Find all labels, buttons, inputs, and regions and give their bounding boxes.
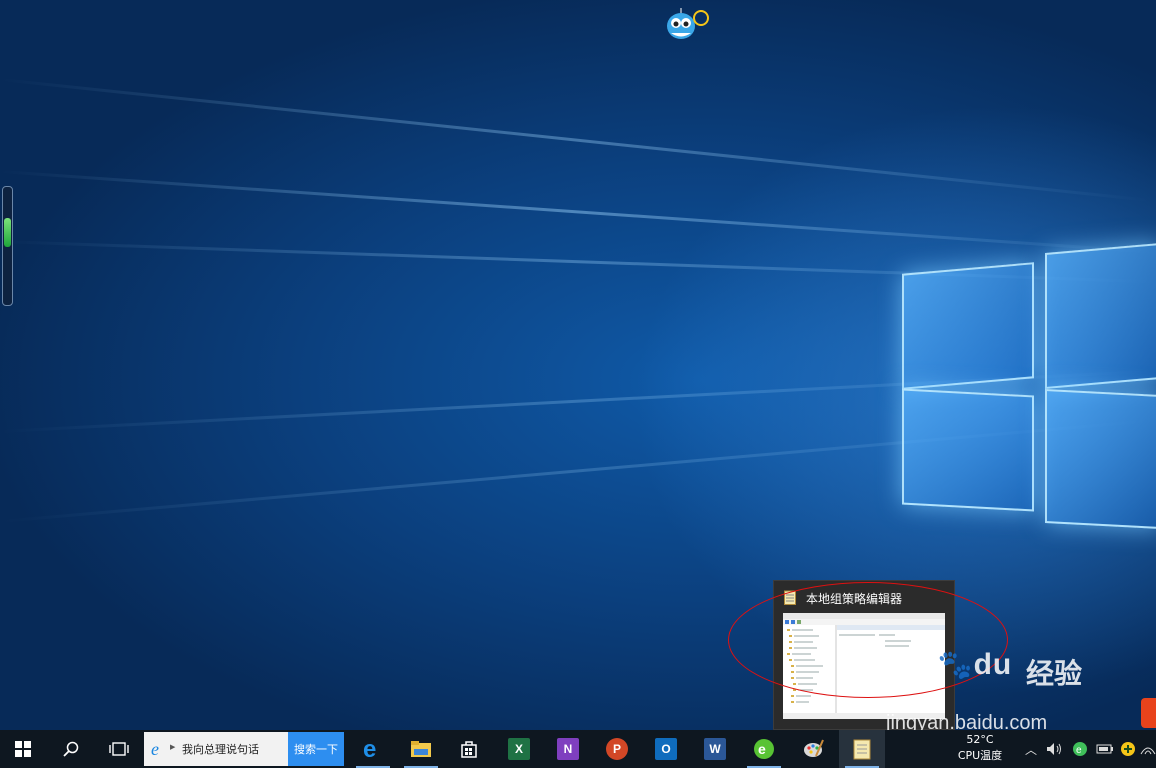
svg-text:e: e xyxy=(151,740,159,758)
notepad-icon xyxy=(853,739,871,760)
search-submit-button[interactable]: 搜索一下 xyxy=(288,732,344,766)
search-button[interactable] xyxy=(48,730,94,768)
battery-icon xyxy=(1096,744,1113,754)
cpu-temp-label: CPU温度 xyxy=(957,749,1003,762)
svg-text:e: e xyxy=(758,741,766,757)
folder-icon xyxy=(411,741,431,757)
ie-icon: e xyxy=(151,740,159,758)
taskbar-app-360-browser[interactable]: e xyxy=(741,730,787,768)
word-icon: W xyxy=(704,738,726,760)
taskbar-app-store[interactable] xyxy=(446,730,492,768)
network-accelerator-tray[interactable]: e xyxy=(1070,738,1090,760)
windows-start-button[interactable] xyxy=(0,730,46,768)
green-e-icon: e xyxy=(1073,742,1087,756)
outlook-icon: O xyxy=(655,738,677,760)
taskbar-app-onenote[interactable]: N xyxy=(545,730,591,768)
task-view-button[interactable] xyxy=(96,730,142,768)
taskbar-app-edge[interactable]: e xyxy=(350,730,396,768)
taskbar: e ▶ 我向总理说句话 搜索一下 e X N P O W e 52°C CPU温… xyxy=(0,730,1156,768)
security-tray[interactable] xyxy=(1118,738,1138,760)
taskbar-app-file-explorer[interactable] xyxy=(398,730,444,768)
360-browser-icon: e xyxy=(754,739,774,759)
chevron-up-icon: ︿ xyxy=(1024,742,1037,757)
windows-start-icon xyxy=(15,741,31,757)
cpu-temp-value: 52°C xyxy=(966,733,994,746)
taskbar-app-excel[interactable]: X xyxy=(496,730,542,768)
taskbar-app-powerpoint[interactable]: P xyxy=(594,730,640,768)
battery-button[interactable] xyxy=(1094,738,1116,760)
onenote-icon: N xyxy=(557,738,579,760)
yellow-plus-icon xyxy=(1121,742,1135,756)
web-search-box[interactable]: e ▶ 我向总理说句话 xyxy=(144,732,288,766)
windows-logo-pane-bottom-left xyxy=(902,388,1034,512)
store-icon xyxy=(461,741,477,758)
baidu-jingyan-watermark: Bai🐾du 经验 jingyan.baidu.com xyxy=(880,640,1156,740)
speaker-icon xyxy=(1047,743,1061,755)
wifi-button[interactable] xyxy=(1140,738,1156,760)
level-gauge-fill xyxy=(4,218,11,247)
taskbar-app-paint[interactable] xyxy=(790,730,836,768)
volume-button[interactable] xyxy=(1044,738,1066,760)
edge-icon: e xyxy=(363,738,376,760)
baidu-paw-icon: 🐾 xyxy=(937,649,974,680)
level-gauge xyxy=(2,186,13,306)
blue-owl-mascot-icon[interactable] xyxy=(665,6,709,42)
watermark-brand: Bai xyxy=(888,648,938,681)
excel-icon: X xyxy=(508,738,530,760)
watermark-brand-suffix: du xyxy=(973,648,1013,681)
svg-text:e: e xyxy=(1076,745,1082,756)
search-icon xyxy=(63,741,79,757)
dropdown-arrow-icon[interactable]: ▶ xyxy=(170,743,175,751)
taskbar-app-outlook[interactable]: O xyxy=(643,730,689,768)
powerpoint-icon: P xyxy=(606,738,628,760)
watermark-cn: 经验 xyxy=(1026,657,1083,690)
search-box-text: 我向总理说句话 xyxy=(182,743,259,756)
show-hidden-icons-button[interactable]: ︿ xyxy=(1022,738,1040,760)
svg-text:e: e xyxy=(363,738,376,760)
windows-logo-pane-bottom-right xyxy=(1045,388,1156,530)
taskbar-app-notepad[interactable] xyxy=(839,730,885,768)
cpu-temperature-widget[interactable]: 52°C CPU温度 xyxy=(950,732,1010,766)
windows-logo-pane-top-right xyxy=(1045,242,1156,390)
windows-logo-pane-top-left xyxy=(902,262,1034,390)
taskbar-app-word[interactable]: W xyxy=(692,730,738,768)
wifi-icon xyxy=(1140,747,1156,755)
sogou-badge-icon xyxy=(1141,698,1156,728)
paint-palette-icon xyxy=(804,739,824,757)
task-view-icon xyxy=(109,742,129,756)
